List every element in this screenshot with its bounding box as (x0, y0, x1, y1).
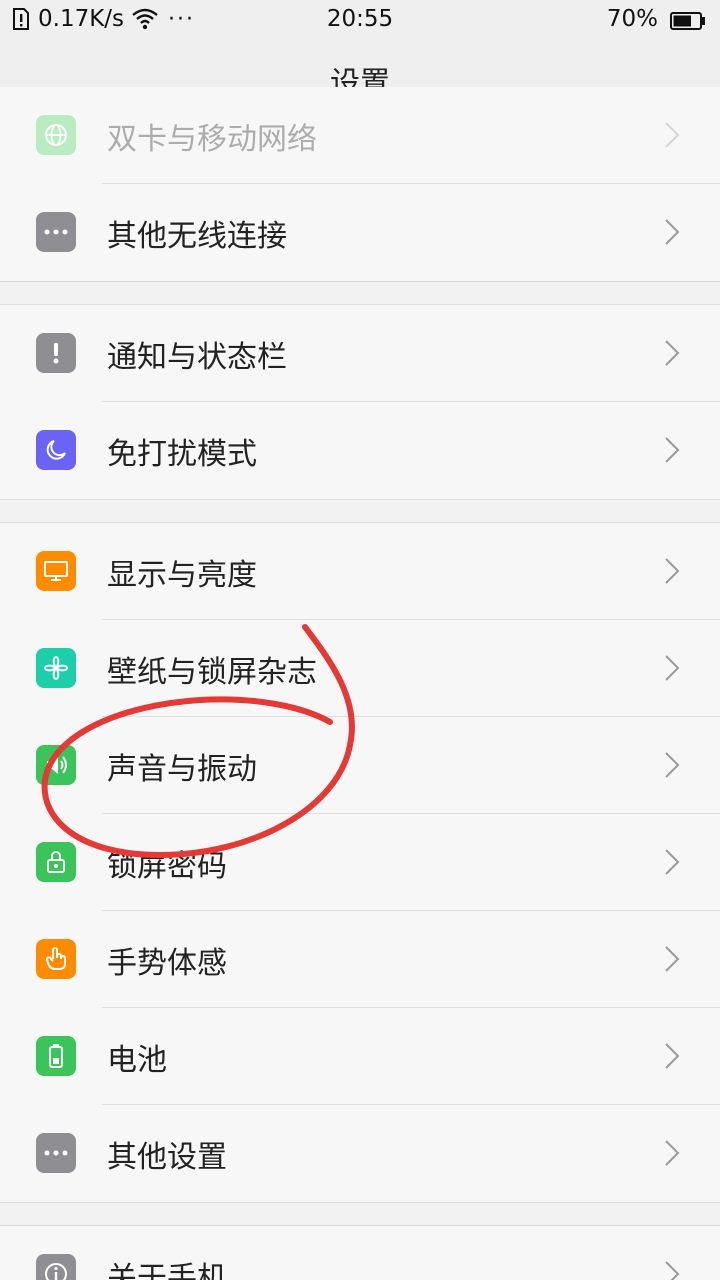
status-bar: 0.17K/s ··· 20:55 70% (0, 0, 720, 40)
settings-item-display[interactable]: 显示与亮度 (0, 523, 720, 620)
settings-item-label: 电池 (107, 1043, 167, 1078)
chevron-right-icon (665, 655, 680, 681)
settings-item-label: 显示与亮度 (107, 558, 257, 593)
battery-percent: 70% (606, 6, 658, 32)
lock-icon (36, 842, 76, 882)
settings-item-label: 双卡与移动网络 (107, 122, 317, 157)
settings-item-label: 通知与状态栏 (107, 340, 287, 375)
monitor-icon (36, 551, 76, 591)
sound-icon (36, 745, 76, 785)
settings-item-label: 关于手机 (107, 1261, 227, 1280)
settings-item-battery[interactable]: 电池 (0, 1008, 720, 1105)
chevron-right-icon (665, 1140, 680, 1166)
settings-item-wallpaper[interactable]: 壁纸与锁屏杂志 (0, 620, 720, 717)
chevron-right-icon (665, 558, 680, 584)
settings-screen: 0.17K/s ··· 20:55 70% 设置 双卡与移动网络 其他无线连接 … (0, 0, 720, 1280)
chevron-right-icon (665, 946, 680, 972)
flower-icon (36, 648, 76, 688)
settings-item-sound[interactable]: 声音与振动 (0, 717, 720, 814)
settings-item-notifications[interactable]: 通知与状态栏 (0, 305, 720, 402)
more-dots-icon (36, 1133, 76, 1173)
settings-item-lock-password[interactable]: 锁屏密码 (0, 814, 720, 911)
settings-group-network: 双卡与移动网络 其他无线连接 (0, 87, 720, 282)
settings-group-display: 显示与亮度 壁纸与锁屏杂志 声音与振动 锁屏密码 手势体感 电池 其他设置 (0, 522, 720, 1203)
settings-group-about: 关于手机 (0, 1225, 720, 1280)
globe-icon (36, 115, 76, 155)
settings-item-gestures[interactable]: 手势体感 (0, 911, 720, 1008)
chevron-right-icon (665, 340, 680, 366)
chevron-right-icon (665, 1261, 680, 1280)
settings-item-dual-sim[interactable]: 双卡与移动网络 (0, 87, 720, 184)
chevron-right-icon (665, 752, 680, 778)
settings-group-notifications: 通知与状态栏 免打扰模式 (0, 304, 720, 500)
moon-icon (36, 430, 76, 470)
battery-status-icon (670, 10, 706, 30)
chevron-right-icon (665, 219, 680, 245)
settings-item-other-settings[interactable]: 其他设置 (0, 1105, 720, 1202)
settings-item-other-wireless[interactable]: 其他无线连接 (0, 184, 720, 281)
settings-item-label: 声音与振动 (107, 752, 257, 787)
settings-item-label: 锁屏密码 (107, 849, 227, 884)
chevron-right-icon (665, 849, 680, 875)
info-icon (36, 1254, 76, 1280)
settings-item-label: 手势体感 (107, 946, 227, 981)
chevron-right-icon (665, 437, 680, 463)
hand-icon (36, 939, 76, 979)
settings-item-label: 壁纸与锁屏杂志 (107, 655, 317, 690)
settings-item-do-not-disturb[interactable]: 免打扰模式 (0, 402, 720, 499)
chevron-right-icon (665, 122, 680, 148)
settings-item-label: 免打扰模式 (107, 437, 257, 472)
battery-icon (36, 1036, 76, 1076)
settings-item-label: 其他无线连接 (107, 219, 287, 254)
chevron-right-icon (665, 1043, 680, 1069)
exclamation-icon (36, 333, 76, 373)
more-dots-icon (36, 212, 76, 252)
settings-item-about-phone[interactable]: 关于手机 (0, 1226, 720, 1280)
settings-item-label: 其他设置 (107, 1140, 227, 1175)
